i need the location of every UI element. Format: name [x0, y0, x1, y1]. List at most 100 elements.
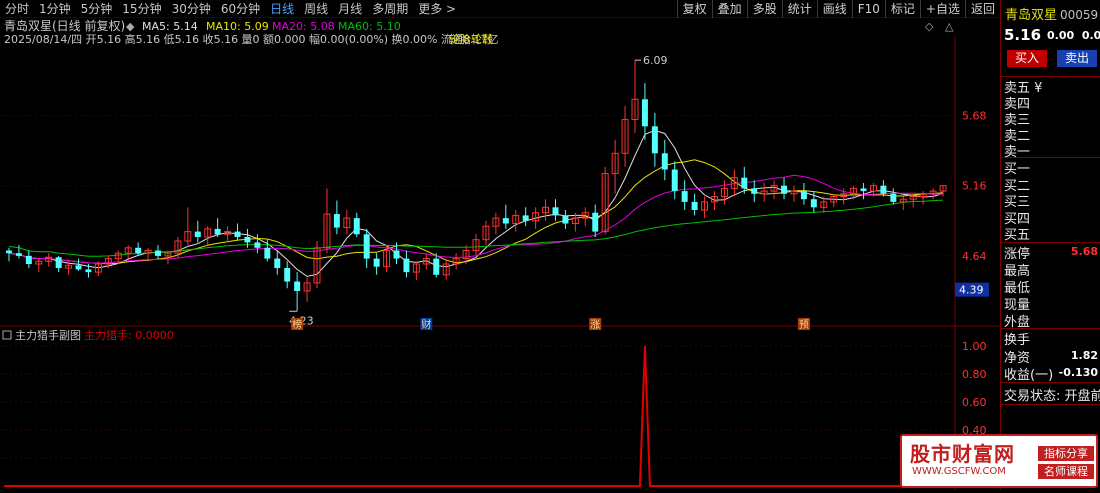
scroll-up-icon[interactable]: △: [945, 20, 954, 33]
candle-body: [254, 242, 261, 248]
candle-body: [353, 218, 360, 235]
grid-lines: [0, 36, 1000, 490]
quote-row-label: 换手: [1004, 333, 1031, 348]
candle-body: [85, 269, 92, 273]
kline-chart[interactable]: 青岛双星(日线 前复权) ◆ MA5: 5.14 MA10: 5.09 MA20…: [0, 18, 1000, 490]
change-value: 0.00: [1047, 29, 1075, 42]
price-axis: 5.68 5.16 4.64 4.39: [955, 110, 989, 297]
current-price-label: 4.39: [959, 284, 984, 297]
candle-body: [155, 250, 162, 256]
quote-row-value: -0.130: [1058, 366, 1098, 379]
last-price: 5.16: [1004, 26, 1042, 44]
ma5-label: MA5: 5.14: [142, 20, 198, 33]
tool-button[interactable]: F10: [851, 0, 885, 18]
watermark-tag: 指标分享: [1038, 446, 1094, 461]
period-tab[interactable]: 30分钟: [167, 0, 216, 18]
chart-tools: 复权 叠加 多股 统计 画线 F10 标记 +自选 返回: [676, 0, 1000, 18]
sub-tick-label: 0.80: [962, 368, 987, 381]
watermark-url: WWW.GSCFW.COM: [912, 466, 1006, 477]
sub-chart: 主力猎手副图主力猎手: 0.00001.000.800.600.400.20: [0, 328, 987, 487]
candle-body: [592, 212, 599, 232]
quote-row-label: 买五: [1004, 228, 1031, 243]
tool-button[interactable]: 画线: [816, 0, 852, 18]
period-tab[interactable]: 多周期: [367, 0, 413, 18]
candle-body: [244, 237, 251, 243]
period-tab[interactable]: 15分钟: [117, 0, 166, 18]
period-tab[interactable]: 更多 >: [413, 0, 461, 18]
diamond-icon[interactable]: ◇: [925, 20, 934, 33]
price-tick-label: 5.68: [962, 110, 987, 123]
candle-body: [194, 231, 201, 237]
candle-body: [890, 193, 897, 202]
candle-body: [681, 191, 688, 202]
event-mark-label: 榜: [292, 318, 302, 331]
candle-body: [781, 185, 788, 194]
candle-body: [433, 258, 440, 275]
ma-toggle-icon[interactable]: ◆: [126, 20, 135, 33]
candle-body: [671, 169, 678, 192]
candle-body: [641, 99, 648, 127]
stock-code: 00059: [1060, 8, 1099, 22]
event-mark-label: 涨: [590, 319, 600, 331]
quote-row-value: 1.82: [1070, 348, 1098, 362]
price-change: 0.00 0.00: [1047, 29, 1100, 42]
period-tab[interactable]: 1分钟: [34, 0, 76, 18]
divider: [1001, 382, 1100, 383]
period-tab[interactable]: 分时: [0, 0, 34, 18]
period-tab[interactable]: 周线: [299, 0, 333, 18]
change-pct: 0.00: [1081, 29, 1100, 42]
top-toolbar: 分时 1分钟 5分钟 15分钟 30分钟 60分钟 日线 周线 月线 多周期 更多 > 复权 叠加 多股…: [0, 0, 1000, 18]
candle-body: [5, 250, 12, 254]
chart-area[interactable]: 青岛双星(日线 前复权) ◆ MA5: 5.14 MA10: 5.09 MA20…: [0, 18, 1000, 490]
candle-body: [284, 268, 291, 282]
period-tab[interactable]: 日线: [265, 0, 299, 18]
watermark-logo: 股市财富网 WWW.GSCFW.COM 指标分享 名师课程: [900, 434, 1098, 488]
sub-chart-label: 主力猎手: 0.0000: [84, 328, 174, 342]
candle-body: [25, 255, 32, 264]
quote-row-value: 5.68: [1070, 245, 1098, 258]
candle-body: [502, 218, 509, 224]
candle-body: [741, 177, 748, 189]
stock-name: 青岛双星: [1005, 8, 1058, 23]
period-tab[interactable]: 5分钟: [76, 0, 118, 18]
sub-collapse-icon: [2, 330, 12, 340]
watermark-tag: 名师课程: [1038, 464, 1094, 479]
sub-chart-title: 主力猎手副图: [15, 328, 81, 342]
tool-button[interactable]: 返回: [964, 0, 1000, 18]
tool-button[interactable]: 统计: [781, 0, 817, 18]
period-tab[interactable]: 月线: [333, 0, 367, 18]
divider: [1001, 404, 1100, 405]
tool-button[interactable]: 标记: [884, 0, 920, 18]
quote-panel: 青岛双星00059 5.16 0.00 0.00 买入 卖出 卖五 ¥卖四卖三卖…: [1000, 0, 1100, 490]
period-tab[interactable]: 60分钟: [216, 0, 265, 18]
buy-button[interactable]: 买入: [1007, 50, 1047, 67]
candle-body: [294, 281, 301, 291]
bar-info: 2025/08/14/四 开5.16 高5.16 低5.16 收5.16 量0 …: [4, 32, 499, 46]
sector-tag[interactable]: 轮胎轮毂: [449, 32, 493, 46]
sell-button[interactable]: 卖出: [1057, 50, 1097, 67]
candle-body: [522, 215, 529, 221]
quote-row-label: 收益(一): [1004, 368, 1054, 383]
candle-body: [135, 247, 142, 254]
candle-body: [274, 258, 281, 269]
candle-body: [403, 258, 410, 273]
watermark-title: 股市财富网: [910, 442, 1015, 466]
tool-button[interactable]: 多股: [746, 0, 782, 18]
tool-button[interactable]: 复权: [676, 0, 712, 18]
tool-button[interactable]: 叠加: [711, 0, 747, 18]
high-marker-label: 6.09: [643, 54, 668, 67]
trade-status: 交易状态: 开盘前: [1004, 389, 1100, 404]
period-tabs: 分时 1分钟 5分钟 15分钟 30分钟 60分钟 日线 周线 月线 多周期 更多 >: [0, 0, 461, 18]
candle-body: [860, 188, 867, 192]
candle-body: [264, 247, 271, 259]
event-marks: 6.094.23榜财涨预: [289, 54, 810, 331]
tool-button[interactable]: +自选: [919, 0, 965, 18]
candle-body: [234, 231, 241, 237]
event-mark-label: 财: [421, 318, 431, 331]
candle-body: [55, 257, 62, 269]
candle-body: [552, 207, 559, 216]
candle-body: [373, 258, 380, 267]
price-tick-label: 5.16: [962, 180, 987, 193]
candle-body: [333, 214, 340, 228]
quote-row-label: 净资: [1004, 350, 1031, 366]
